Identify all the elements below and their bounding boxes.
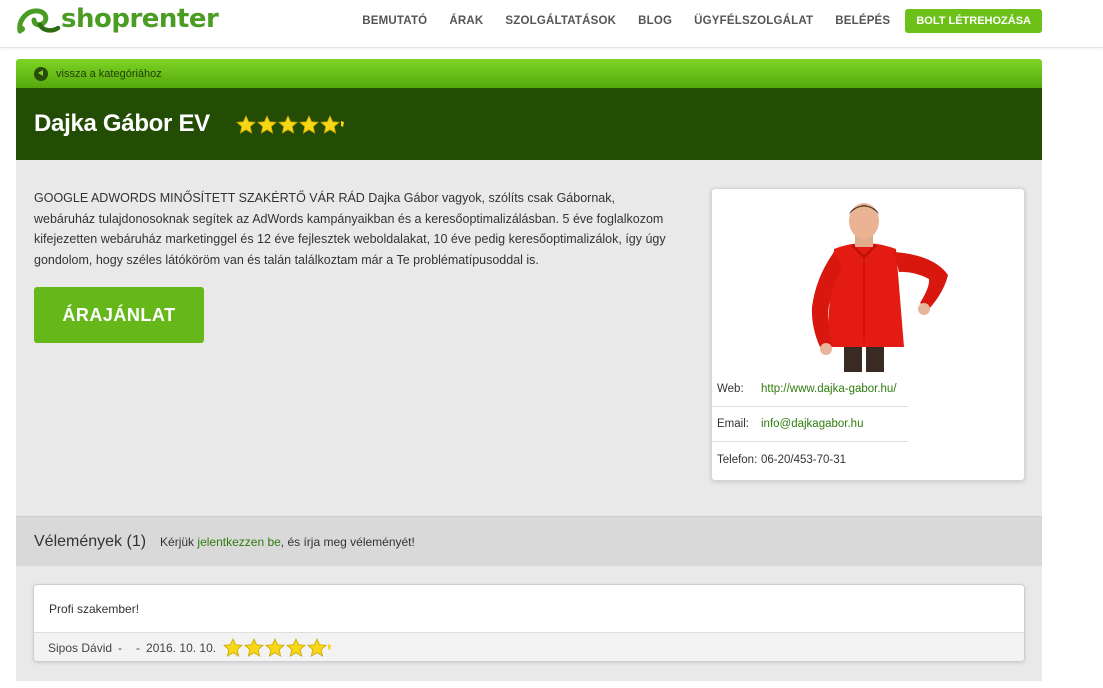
profile-description: GOOGLE ADWORDS MINŐSÍTETT SZAKÉRTŐ VÁR R…: [34, 191, 666, 267]
back-arrow-icon: [34, 66, 48, 81]
login-link[interactable]: jelentkezzen be: [197, 535, 280, 549]
contact-phone-row: Telefon: 06-20/453-70-31: [712, 442, 908, 477]
review-author: Sipos Dávid: [48, 640, 113, 655]
star-icon: [319, 114, 340, 134]
review-text: Profi szakember!: [49, 602, 140, 616]
nav-arak[interactable]: ÁRAK: [449, 15, 483, 27]
partner-profile: vissza a kategóriához Dajka Gábor EV GOO…: [16, 59, 1042, 681]
nav-belepes[interactable]: BELÉPÉS: [835, 15, 890, 27]
note-before: Kérjük: [160, 534, 198, 549]
web-link[interactable]: http://www.dajka-gabor.hu/: [761, 383, 897, 395]
contact-email-row: Email: info@dajkagabor.hu: [712, 407, 908, 442]
reviews-list: Profi szakember! Sipos Dávid - - 2016. 1…: [16, 566, 1042, 681]
contact-web-row: Web: http://www.dajka-gabor.hu/: [712, 372, 908, 407]
nav-ugyfelszolgalat[interactable]: ÜGYFÉLSZOLGÁLAT: [694, 15, 813, 27]
main-nav: BEMUTATÓ ÁRAK SZOLGÁLTATÁSOK BLOG ÜGYFÉL…: [340, 9, 1042, 33]
star-icon: [307, 638, 328, 657]
star-icon: [286, 638, 307, 657]
review-date: 2016. 10. 10.: [146, 640, 217, 655]
star-icon: [235, 114, 256, 134]
profile-photo: [734, 197, 1004, 372]
reviews-login-note: Kérjük jelentkezzen be, és írja meg véle…: [160, 535, 415, 549]
email-label: Email:: [717, 418, 749, 430]
create-shop-button[interactable]: BOLT LÉTREHOZÁSA: [905, 9, 1042, 33]
logo-text: shoprenter: [61, 4, 219, 34]
star-icon: [256, 114, 277, 134]
review-meta: Sipos Dávid - - 2016. 10. 10.: [34, 632, 1024, 661]
request-quote-button[interactable]: ÁRAJÁNLAT: [34, 287, 204, 343]
logo-mark-icon: [17, 8, 61, 34]
star-icon: [277, 114, 298, 134]
web-label: Web:: [717, 383, 744, 395]
profile-title-band: Dajka Gábor EV: [16, 88, 1042, 160]
back-to-category-link[interactable]: vissza a kategóriához: [16, 59, 1042, 88]
shoprenter-logo[interactable]: shoprenter: [16, 4, 219, 35]
contact-card: Web: http://www.dajka-gabor.hu/ Email: i…: [711, 188, 1025, 481]
nav-blog[interactable]: BLOG: [638, 15, 672, 27]
review-separator: -: [136, 640, 141, 655]
nav-szolgaltatasok[interactable]: SZOLGÁLTATÁSOK: [505, 15, 616, 27]
note-after: , és írja meg véleményét!: [280, 534, 415, 549]
star-icon: [298, 114, 319, 134]
star-icon: [265, 638, 286, 657]
star-fragment-icon: [328, 644, 332, 650]
profile-content: GOOGLE ADWORDS MINŐSÍTETT SZAKÉRTŐ VÁR R…: [16, 160, 1042, 516]
email-link[interactable]: info@dajkagabor.hu: [761, 418, 863, 430]
star-icon: [244, 638, 265, 657]
reviews-title: Vélemények (1): [34, 532, 147, 550]
company-name: Dajka Gábor EV: [34, 110, 210, 137]
review-separator: -: [118, 640, 123, 655]
star-fragment-icon: [340, 120, 344, 127]
nav-bemutato[interactable]: BEMUTATÓ: [362, 15, 427, 27]
reviews-header: Vélemények (1) Kérjük jelentkezzen be, é…: [16, 516, 1042, 566]
back-label: vissza a kategóriához: [56, 67, 162, 80]
star-icon: [223, 638, 244, 657]
review-rating: [223, 638, 333, 657]
phone-value: 06-20/453-70-31: [761, 453, 847, 466]
review-item: Profi szakember! Sipos Dávid - - 2016. 1…: [33, 584, 1025, 662]
profile-rating: [235, 114, 346, 134]
top-navigation-bar: shoprenter BEMUTATÓ ÁRAK SZOLGÁLTATÁSOK …: [0, 0, 1103, 48]
phone-label: Telefon:: [717, 453, 758, 466]
